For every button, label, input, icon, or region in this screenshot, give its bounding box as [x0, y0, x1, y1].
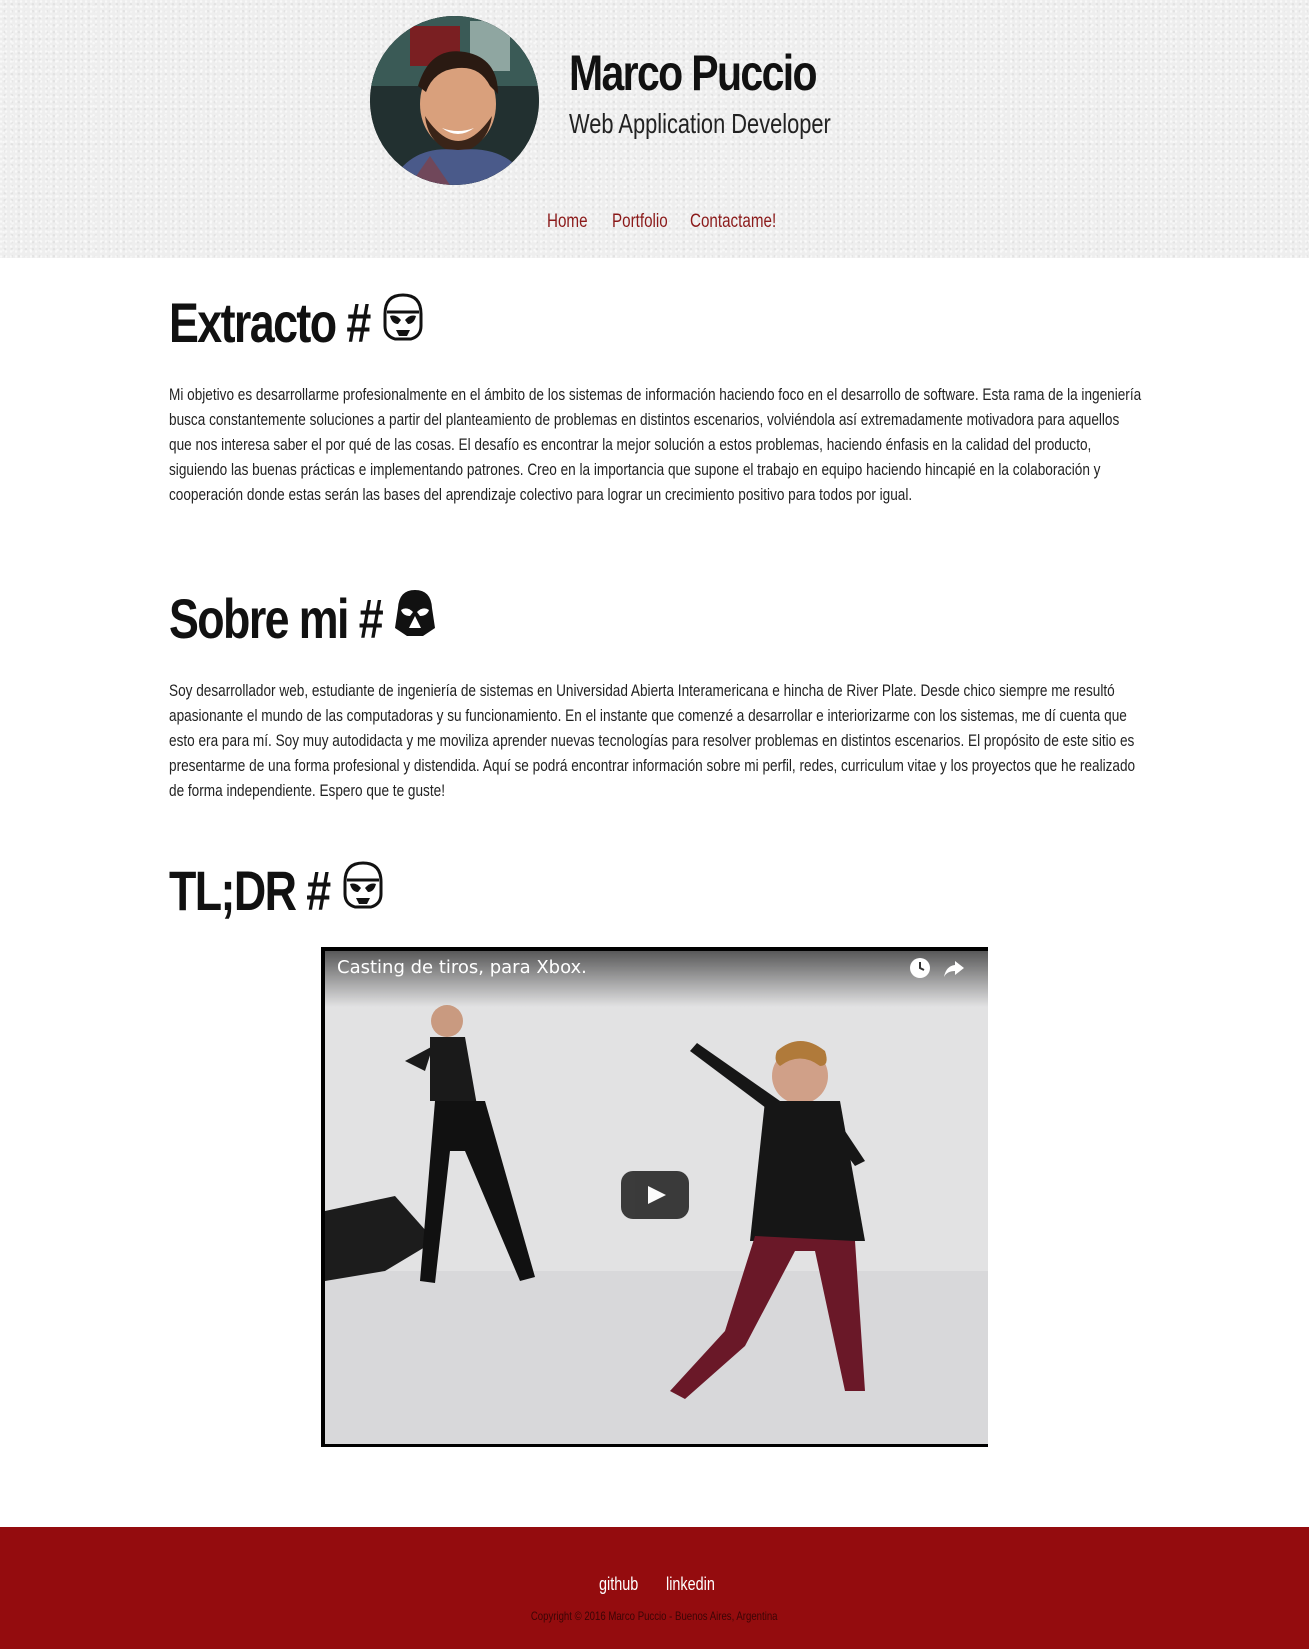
section-title-text: TL;DR # [169, 859, 331, 922]
share-icon[interactable] [943, 957, 965, 984]
darth-vader-icon [393, 586, 437, 651]
video-title-bar: Casting de tiros, para Xbox. [321, 947, 988, 1007]
play-button[interactable] [621, 1171, 689, 1219]
nav-contact-link[interactable]: Contactame! [690, 211, 776, 233]
stormtrooper-icon [341, 858, 385, 923]
footer-linkedin-link[interactable]: linkedin [666, 1574, 715, 1595]
site-footer: github linkedin Copyright © 2016 Marco P… [0, 1527, 1309, 1649]
site-owner-role: Web Application Developer [569, 108, 831, 139]
section-title-sobre-mi: Sobre mi # [169, 586, 436, 651]
video-title[interactable]: Casting de tiros, para Xbox. [337, 957, 587, 978]
section-title-text: Sobre mi # [169, 587, 384, 650]
nav-home-link[interactable]: Home [547, 211, 588, 233]
youtube-video-embed[interactable]: Casting de tiros, para Xbox. [321, 947, 988, 1447]
section-title-tldr: TL;DR # [169, 858, 383, 923]
copyright-text: Copyright © 2016 Marco Puccio - Buenos A… [531, 1609, 778, 1623]
site-header: Marco Puccio Web Application Developer H… [0, 0, 1309, 258]
stormtrooper-icon [381, 290, 425, 355]
profile-avatar [370, 16, 539, 185]
section-title-extracto: Extracto # [169, 290, 423, 355]
watch-later-icon[interactable] [909, 957, 931, 984]
section-text-sobre-mi: Soy desarrollador web, estudiante de ing… [169, 681, 1136, 800]
main-nav: Home Portfolio Contactame! [0, 211, 1309, 237]
section-title-text: Extracto # [169, 291, 371, 354]
nav-portfolio-link[interactable]: Portfolio [612, 211, 668, 233]
site-owner-name: Marco Puccio [569, 45, 818, 101]
footer-github-link[interactable]: github [599, 1574, 638, 1595]
section-text-extracto: Mi objetivo es desarrollarme profesional… [169, 385, 1142, 504]
